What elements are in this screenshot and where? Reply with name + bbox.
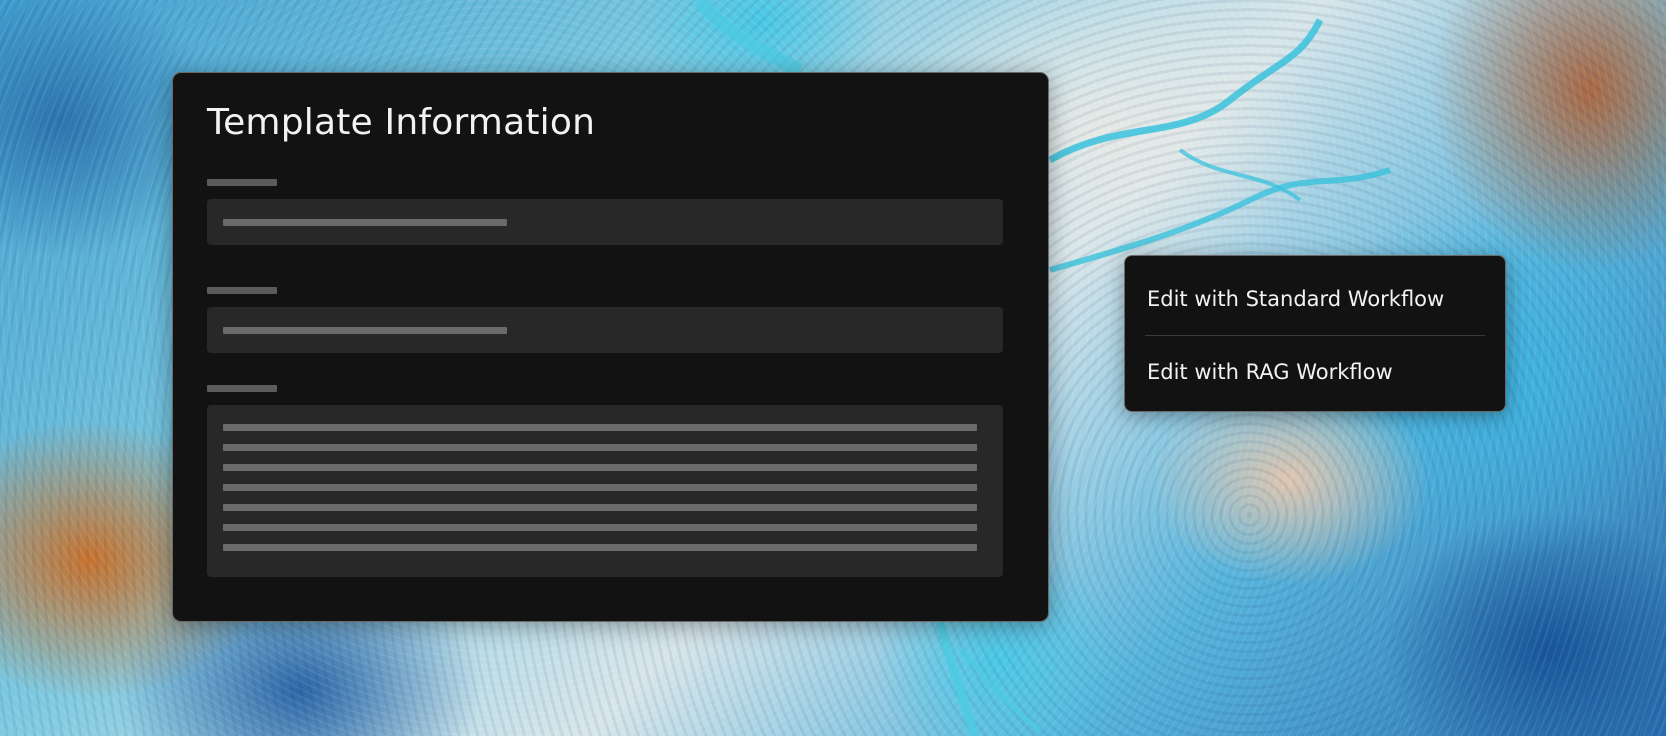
panel-title: Template Information [207,102,596,143]
field-label-placeholder [207,179,277,186]
field-value-placeholder [223,219,507,226]
text-line-placeholder [223,464,977,471]
edit-workflow-menu: Edit with Standard Workflow Edit with RA… [1124,255,1506,412]
text-line-placeholder [223,424,977,431]
field-value-placeholder [223,327,507,334]
text-line-placeholder [223,504,977,511]
template-category-field[interactable] [207,307,1003,353]
abstract-background: Template Information Edit with Standard … [0,0,1666,736]
menu-divider [1145,335,1485,336]
menu-item-standard-workflow[interactable]: Edit with Standard Workflow [1147,264,1483,334]
template-name-field[interactable] [207,199,1003,245]
text-line-placeholder [223,444,977,451]
template-information-panel: Template Information [172,72,1049,622]
text-line-placeholder [223,484,977,491]
menu-item-rag-workflow[interactable]: Edit with RAG Workflow [1147,337,1483,407]
field-label-placeholder [207,385,277,392]
text-line-placeholder [223,544,977,551]
text-line-placeholder [223,524,977,531]
field-label-placeholder [207,287,277,294]
template-description-field[interactable] [207,405,1003,577]
